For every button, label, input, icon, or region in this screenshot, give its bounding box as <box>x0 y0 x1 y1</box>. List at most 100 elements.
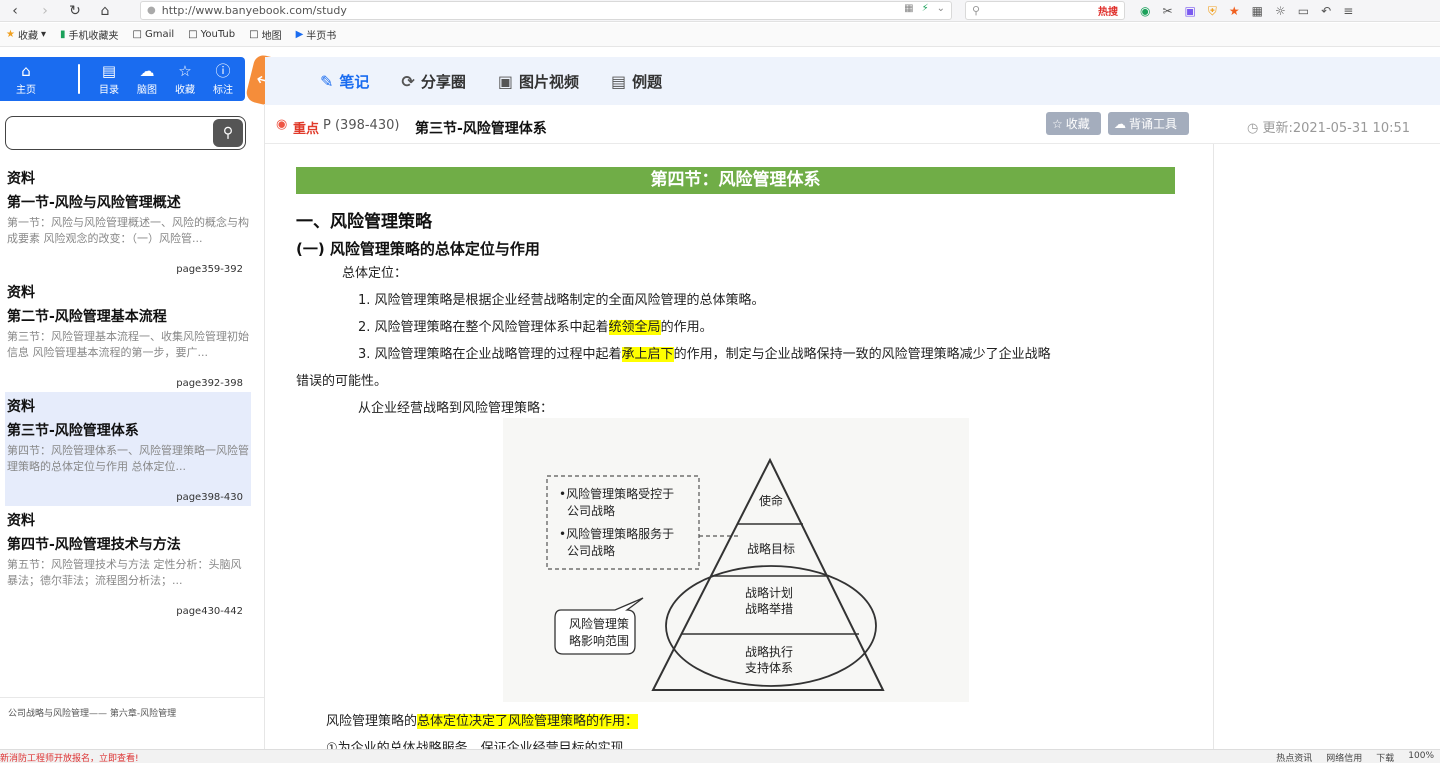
diagram-background <box>503 418 969 702</box>
paragraph: 2. 风险管理策略在整个风险管理体系中起着统领全局的作用。 <box>358 320 713 335</box>
bookmark-maps[interactable]: □ 地图 <box>249 27 281 42</box>
key-badge: 重点 <box>293 122 320 137</box>
left-toolbar: ⌂ 主页 ▤ 目录 ☁ 脑图 ☆ 收藏 ⓘ 标注 <box>0 57 245 101</box>
browser-toolbar: ‹ › ↻ ⌂ ● http://www.banyebook.com/study… <box>0 0 1440 22</box>
clock-icon: ◷ <box>1247 121 1263 136</box>
download-link[interactable]: 下载 <box>1376 751 1394 763</box>
scissors-icon[interactable]: ✂ <box>1162 4 1172 18</box>
hot-search-label[interactable]: 热搜 <box>1098 3 1118 18</box>
dropdown-icon[interactable]: ⌄ <box>937 3 945 14</box>
section-page-range: page392-398 <box>176 378 243 389</box>
home-button[interactable]: ⌂ 主页 <box>0 57 52 101</box>
address-bar[interactable]: ● http://www.banyebook.com/study ▦ ⚡ ⌄ <box>140 1 952 20</box>
page-title: 第三节-风险管理体系 <box>415 121 547 137</box>
section-page-range: page430-442 <box>176 606 243 617</box>
level-label: 战略执行 <box>745 644 793 659</box>
qr-icon[interactable]: ▦ <box>904 3 913 14</box>
section-tag: 资料 <box>7 285 35 301</box>
content-tabs: ✎ 笔记 ⟳ 分享圈 ▣ 图片视频 ▤ 例题 <box>265 57 1440 105</box>
undo-icon[interactable]: ↶ <box>1321 4 1331 18</box>
bookmark-banyebook[interactable]: ▶ 半页书 <box>296 27 337 42</box>
recite-tool-button[interactable]: ☁ 背诵工具 <box>1108 112 1189 135</box>
share-icon: ⟳ <box>401 71 415 91</box>
section-page-range: page398-430 <box>176 492 243 503</box>
bookmark-icon: ▶ <box>295 29 304 40</box>
catalog-button[interactable]: ▤ 目录 <box>90 57 128 101</box>
url-text: http://www.banyebook.com/study <box>161 4 347 17</box>
site-info-icon[interactable]: ● <box>147 5 156 16</box>
list-item[interactable]: 资料 第二节-风险管理基本流程 第三节：风险管理基本流程一、收集风险管理初始信息… <box>5 278 251 392</box>
sidebar-search-input[interactable] <box>14 123 209 143</box>
game-icon[interactable]: ★ <box>1229 4 1240 18</box>
list-item[interactable]: 资料 第一节-风险与风险管理概述 第一节：风险与风险管理概述一、风险的概念与构成… <box>5 164 251 278</box>
list-item[interactable]: 资料 第四节-风险管理技术与方法 第五节：风险管理技术与方法 定性分析：头脑风暴… <box>5 506 251 620</box>
level-label: 战略计划 <box>745 585 793 600</box>
content-banner: 第四节：风险管理体系 <box>296 167 1175 194</box>
page-icon: □ <box>132 29 142 40</box>
question-icon: ⓘ <box>215 61 231 80</box>
sidebar-search: ⚲ <box>5 116 246 150</box>
favorites-button[interactable]: ☆ 收藏 <box>166 57 204 101</box>
credit-link[interactable]: 网络信用 <box>1326 751 1362 763</box>
note-content: 第四节：风险管理体系 一、风险管理策略 (一) 风险管理策略的总体定位与作用 总… <box>296 167 1176 422</box>
search-icon: ⚲ <box>972 4 981 17</box>
zoom-level[interactable]: 100% <box>1408 751 1434 763</box>
bookmark-favorites[interactable]: ★ 收藏 ▾ <box>6 27 46 42</box>
forward-icon[interactable]: › <box>30 0 60 22</box>
section-tag: 资料 <box>7 171 35 187</box>
section-title[interactable]: 第二节-风险管理基本流程 <box>7 305 249 329</box>
bookmark-gmail[interactable]: □ Gmail <box>133 29 175 40</box>
grid-icon[interactable]: ▦ <box>1252 4 1263 18</box>
menu-icon[interactable]: ≡ <box>1343 4 1353 18</box>
browser-search-box[interactable]: ⚲ 热搜 <box>965 1 1125 20</box>
section-excerpt: 第五节：风险管理技术与方法 定性分析：头脑风暴法；德尔菲法；流程图分析法；... <box>7 558 242 587</box>
section-page-range: page359-392 <box>176 264 243 275</box>
status-bar: 新消防工程师开放报名，立即查看! 热点资讯 网络信用 下载 100% <box>0 749 1440 763</box>
extension-icons: ◉ ✂ ▣ ⛨ ★ ▦ ☼ ▭ ↶ ≡ <box>1140 0 1353 22</box>
tab-examples[interactable]: ▤ 例题 <box>611 71 662 92</box>
tab-media[interactable]: ▣ 图片视频 <box>498 71 579 92</box>
tab-share[interactable]: ⟳ 分享圈 <box>401 71 465 92</box>
bookmark-mobile[interactable]: ▮ 手机收藏夹 <box>60 27 119 42</box>
list-icon: ▤ <box>101 61 117 80</box>
lock-icon: ◉ <box>276 117 288 132</box>
strategy-pyramid-diagram: •风险管理策略受控于 公司战略 •风险管理策略服务于 公司战略 风险管理策 略影… <box>503 418 969 702</box>
hot-news-link[interactable]: 热点资讯 <box>1276 751 1312 763</box>
paragraph: 总体定位： <box>342 266 408 281</box>
tab-notes[interactable]: ✎ 笔记 <box>320 71 369 92</box>
bubble-text: 略影响范围 <box>569 633 629 648</box>
sidebar-search-button[interactable]: ⚲ <box>213 119 243 147</box>
document-icon: ▤ <box>610 71 627 91</box>
brightness-icon[interactable]: ☼ <box>1275 4 1286 18</box>
section-title[interactable]: 第一节-风险与风险管理概述 <box>7 191 249 215</box>
translate-icon[interactable]: ▣ <box>1185 4 1196 18</box>
battery-icon[interactable]: ▭ <box>1298 4 1309 18</box>
mindmap-button[interactable]: ☁ 脑图 <box>128 57 166 101</box>
toolbar-divider <box>78 64 80 94</box>
heading-2: (一) 风险管理策略的总体定位与作用 <box>296 240 540 258</box>
star-icon: ★ <box>6 29 15 40</box>
bookmark-youtube[interactable]: □ YouTub <box>188 29 235 40</box>
box-text: •风险管理策略受控于 <box>559 486 674 501</box>
status-ad-link[interactable]: 新消防工程师开放报名，立即查看! <box>0 751 139 763</box>
annotate-button[interactable]: ⓘ 标注 <box>204 57 242 101</box>
section-title[interactable]: 第三节-风险管理体系 <box>7 419 249 443</box>
list-item-active[interactable]: 资料 第三节-风险管理体系 第四节：风险管理体系一、风险管理策略一风险管理策略的… <box>5 392 251 506</box>
favorite-button[interactable]: ☆ 收藏 <box>1046 112 1101 135</box>
level-label: 战略举措 <box>745 601 793 616</box>
update-timestamp: ◷ 更新:2021-05-31 10:51 <box>1247 121 1411 136</box>
chapter-list: 资料 第一节-风险与风险管理概述 第一节：风险与风险管理概述一、风险的概念与构成… <box>5 164 251 620</box>
house-icon: ⌂ <box>21 61 31 80</box>
paragraph: 错误的可能性。 <box>296 374 388 389</box>
highlight: 统领全局 <box>608 320 661 335</box>
section-excerpt: 第一节：风险与风险管理概述一、风险的概念与构成要素 风险观念的改变：（一）风险管… <box>7 216 249 245</box>
shield-icon[interactable]: ⛨ <box>1208 4 1217 19</box>
section-title[interactable]: 第四节-风险管理技术与方法 <box>7 533 249 557</box>
home-icon[interactable]: ⌂ <box>90 0 120 22</box>
back-icon[interactable]: ‹ <box>0 0 30 22</box>
flash-icon[interactable]: ⚡ <box>922 3 929 14</box>
wechat-icon[interactable]: ◉ <box>1140 4 1150 18</box>
star-icon: ☆ <box>178 61 192 80</box>
reload-icon[interactable]: ↻ <box>60 0 90 22</box>
level-label: 战略目标 <box>747 541 795 556</box>
